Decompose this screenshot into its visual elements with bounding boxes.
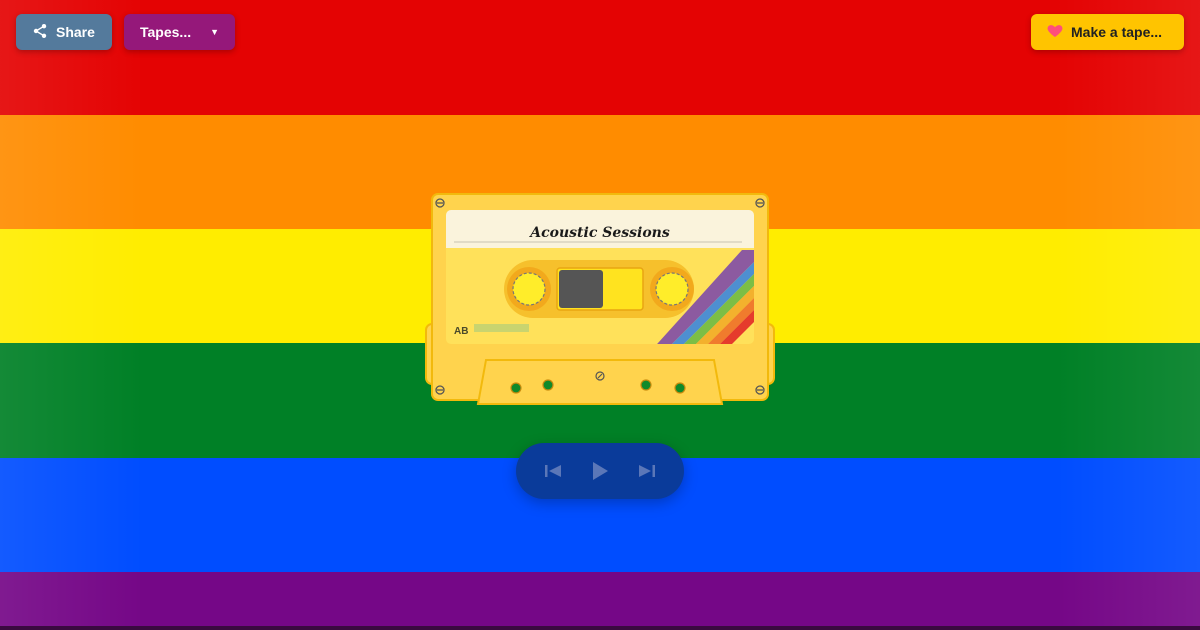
side-label: AB	[454, 326, 468, 337]
cassette-tape: Acoustic Sessions AB	[424, 192, 776, 408]
share-icon	[32, 23, 48, 42]
tapes-dropdown-button[interactable]: Tapes... ▼	[124, 14, 235, 50]
chevron-down-icon: ▼	[210, 27, 219, 37]
tape-window	[504, 260, 694, 318]
skip-next-icon[interactable]	[632, 456, 662, 486]
tape-title: Acoustic Sessions	[528, 225, 670, 241]
play-icon[interactable]	[585, 456, 615, 486]
cassette-bottom-panel	[476, 359, 724, 405]
share-label: Share	[56, 24, 95, 40]
heart-icon	[1047, 24, 1063, 41]
tapes-label: Tapes...	[140, 24, 192, 40]
skip-previous-icon[interactable]	[538, 456, 568, 486]
stripe-purple	[0, 572, 1200, 630]
bottom-edge	[0, 626, 1200, 630]
playback-controls	[516, 443, 684, 499]
share-button[interactable]: Share	[16, 14, 112, 50]
make-tape-label: Make a tape...	[1071, 24, 1163, 40]
make-tape-button[interactable]: Make a tape...	[1031, 14, 1184, 50]
